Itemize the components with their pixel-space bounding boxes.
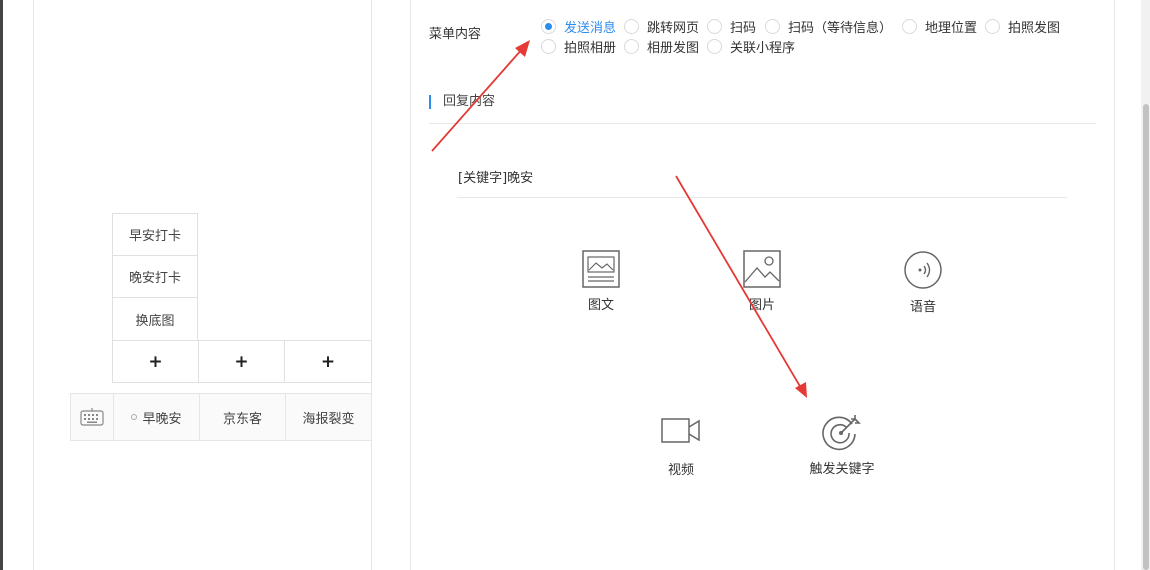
keyboard-icon xyxy=(80,408,104,426)
reply-type-image[interactable]: 图片 xyxy=(737,250,787,313)
radio-scan-wait[interactable]: 扫码（等待信息） xyxy=(765,17,892,36)
radio-label: 拍照相册 xyxy=(564,41,617,56)
submenu-item-label: 晚安打卡 xyxy=(128,271,181,286)
menu-tab[interactable]: 早晚安 xyxy=(114,394,200,440)
content-border-right xyxy=(1114,0,1115,570)
menu-tab[interactable]: 海报裂变 xyxy=(286,394,371,440)
radio-photo-send[interactable]: 拍照发图 xyxy=(985,17,1060,36)
radio-icon xyxy=(707,39,722,54)
radio-open-webpage[interactable]: 跳转网页 xyxy=(624,17,699,36)
radio-label: 相册发图 xyxy=(647,41,700,56)
reply-section-title: 回复内容 xyxy=(429,95,495,109)
radio-icon xyxy=(902,19,917,34)
radio-icon xyxy=(765,19,780,34)
reply-type-label: 视频 xyxy=(667,463,694,478)
reply-type-label: 图文 xyxy=(587,298,614,313)
reply-type-trigger-keyword[interactable]: 触发关键字 xyxy=(806,412,878,477)
radio-icon xyxy=(985,19,1000,34)
add-submenu-button[interactable]: + xyxy=(112,340,199,383)
submenu-item-label: 早安打卡 xyxy=(128,229,181,244)
voice-icon xyxy=(904,251,942,289)
submenu-item[interactable]: 早安打卡 xyxy=(112,213,198,256)
content-border-left xyxy=(33,0,34,570)
phone-border-right xyxy=(371,0,372,570)
menu-content-label: 菜单内容 xyxy=(429,27,482,42)
news-icon xyxy=(582,250,620,288)
menu-tab[interactable]: 京东客 xyxy=(200,394,286,440)
reply-type-label: 语音 xyxy=(909,300,936,315)
radio-mini-program[interactable]: 关联小程序 xyxy=(707,37,795,56)
radio-photo-album[interactable]: 拍照相册 xyxy=(541,37,616,56)
radio-scan[interactable]: 扫码 xyxy=(707,17,756,36)
radio-checked-icon xyxy=(541,19,556,34)
annotation-arrow-head xyxy=(515,40,530,57)
menu-tab-label: 海报裂变 xyxy=(302,411,355,427)
scrollbar-thumb[interactable] xyxy=(1143,104,1149,570)
submenu-item-label: 换底图 xyxy=(135,313,175,329)
plus-icon: + xyxy=(148,351,163,372)
submenu-item[interactable]: 晚安打卡 xyxy=(112,255,198,298)
radio-send-message[interactable]: 发送消息 xyxy=(541,17,616,36)
target-icon xyxy=(822,415,861,451)
reply-type-video[interactable]: 视频 xyxy=(656,417,706,478)
reply-type-label: 图片 xyxy=(748,298,775,313)
submenu-dot-icon xyxy=(131,414,138,420)
radio-icon xyxy=(624,39,639,54)
radio-label: 扫码 xyxy=(730,21,757,36)
radio-icon xyxy=(624,19,639,34)
reply-type-voice[interactable]: 语音 xyxy=(898,250,948,315)
radio-location[interactable]: 地理位置 xyxy=(902,17,977,36)
menu-bar: 早晚安 京东客 海报裂变 xyxy=(70,393,372,441)
plus-icon: + xyxy=(320,351,336,372)
divider xyxy=(457,197,1067,198)
app-root: 早安打卡 晚安打卡 换底图 + + + 早晚安 京东客 海报裂变 菜单内容 发送… xyxy=(0,0,1150,570)
radio-label: 地理位置 xyxy=(925,21,978,36)
keyword-text: [关键字]晚安 xyxy=(458,171,534,186)
reply-type-news[interactable]: 图文 xyxy=(576,250,626,313)
divider xyxy=(429,123,1096,124)
annotation-arrow-head xyxy=(795,382,807,398)
radio-icon xyxy=(541,39,556,54)
keyboard-toggle[interactable] xyxy=(71,394,114,440)
radio-label: 扫码（等待信息） xyxy=(788,21,893,36)
image-icon xyxy=(743,250,781,288)
reply-type-label: 触发关键字 xyxy=(809,462,875,477)
radio-album-send[interactable]: 相册发图 xyxy=(624,37,699,56)
menu-tab-label: 京东客 xyxy=(222,411,262,427)
panel-divider xyxy=(410,0,411,570)
radio-label: 发送消息 xyxy=(564,21,617,36)
radio-icon xyxy=(707,19,722,34)
plus-icon: + xyxy=(234,351,249,372)
menu-tab-label: 早晚安 xyxy=(142,411,182,427)
window-edge xyxy=(0,0,3,570)
video-icon xyxy=(661,418,700,443)
radio-label: 拍照发图 xyxy=(1008,21,1061,36)
add-submenu-button[interactable]: + xyxy=(198,340,285,383)
radio-label: 关联小程序 xyxy=(730,41,796,56)
radio-label: 跳转网页 xyxy=(647,21,700,36)
add-submenu-button[interactable]: + xyxy=(284,340,372,383)
submenu-item[interactable]: 换底图 xyxy=(112,297,198,341)
